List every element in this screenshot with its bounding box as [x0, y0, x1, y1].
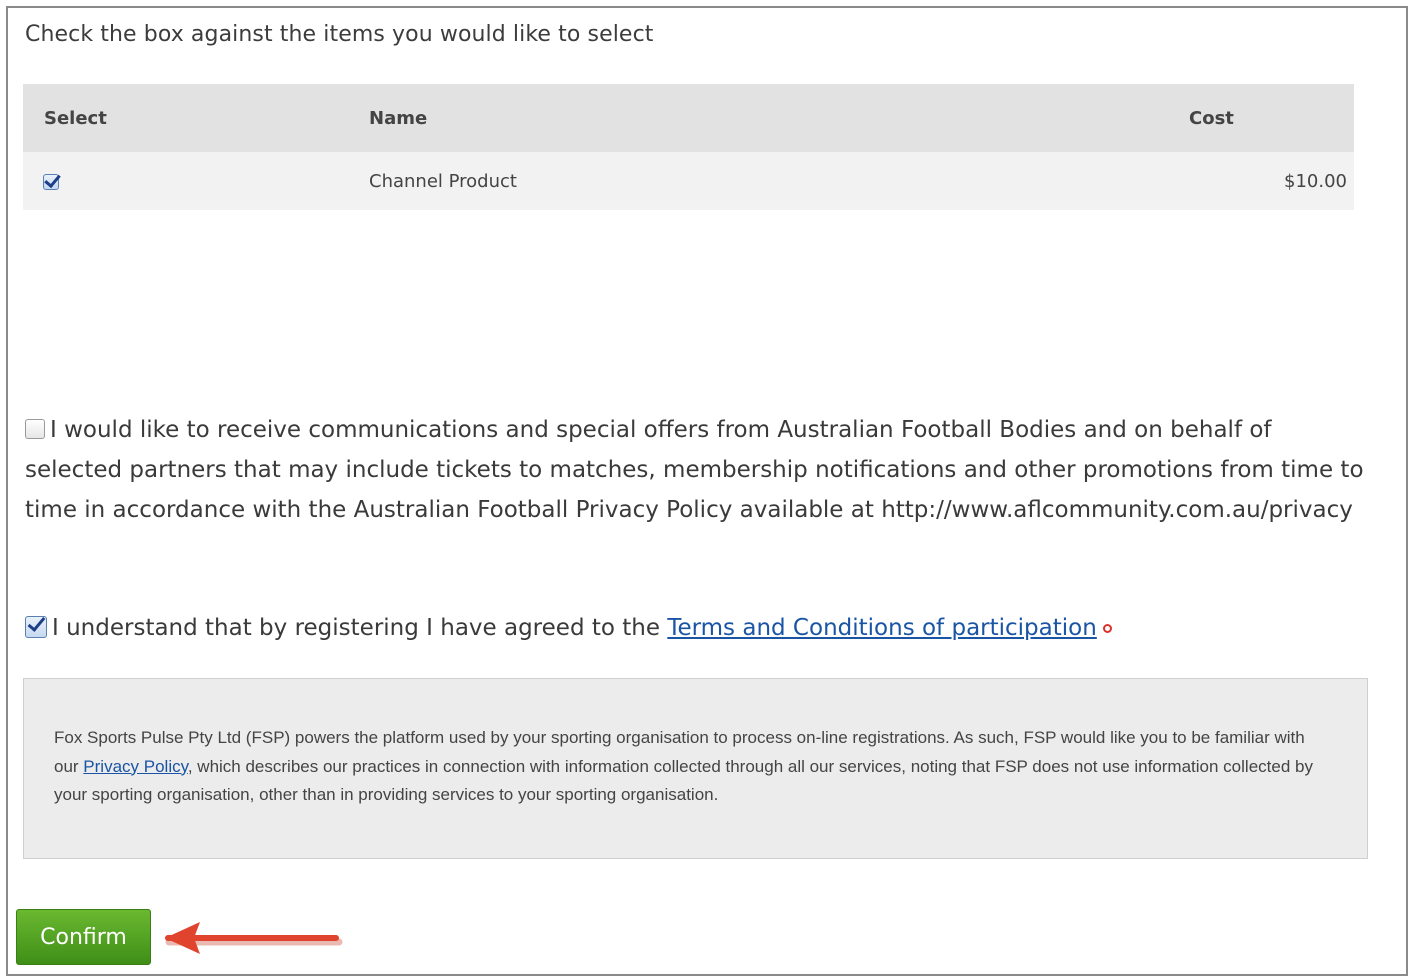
terms-link[interactable]: Terms and Conditions of participation [667, 615, 1097, 641]
terms-text: I understand that by registering I have … [52, 615, 668, 641]
confirm-button[interactable]: Confirm [16, 909, 151, 965]
table-row: Channel Product $10.00 [23, 152, 1354, 210]
item-name: Channel Product [369, 152, 1189, 210]
header-name: Name [369, 84, 1189, 152]
select-cell [23, 152, 369, 210]
item-cost: $10.00 [1189, 152, 1354, 210]
item-select-checkbox[interactable] [43, 173, 59, 190]
privacy-notice: Fox Sports Pulse Pty Ltd (FSP) powers th… [23, 678, 1368, 859]
communications-consent: I would like to receive communications a… [25, 410, 1370, 530]
privacy-notice-text: Fox Sports Pulse Pty Ltd (FSP) powers th… [54, 724, 1324, 810]
arrow-left-icon [165, 922, 343, 954]
communications-checkbox[interactable] [25, 418, 45, 439]
required-indicator-icon [1102, 624, 1112, 633]
terms-agreement: I understand that by registering I have … [25, 608, 1112, 648]
instructions-text: Check the box against the items you woul… [25, 22, 654, 47]
privacy-policy-link[interactable]: Privacy Policy [83, 757, 188, 776]
header-select: Select [23, 84, 369, 152]
items-table: Select Name Cost Channel Product $10.00 [23, 84, 1354, 210]
table-header-row: Select Name Cost [23, 84, 1354, 152]
notice-text-after: , which describes our practices in conne… [54, 756, 1313, 805]
communications-consent-text: I would like to receive communications a… [25, 417, 1364, 523]
header-cost: Cost [1189, 84, 1354, 152]
terms-checkbox[interactable] [25, 615, 47, 638]
